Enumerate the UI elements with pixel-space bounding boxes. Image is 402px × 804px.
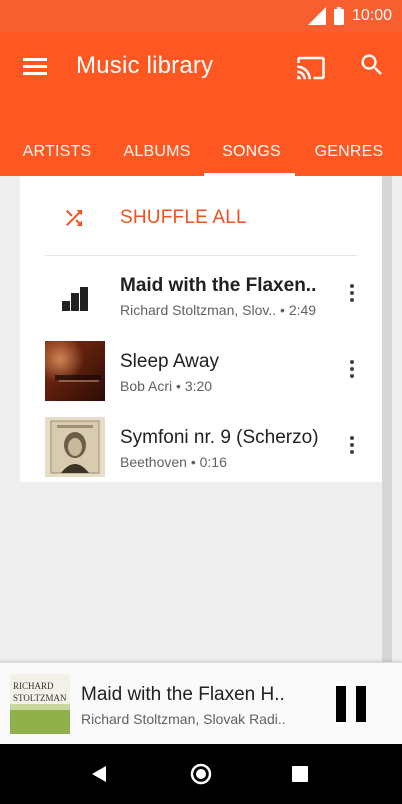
toolbar: Music library: [0, 32, 402, 102]
recents-icon[interactable]: [292, 766, 308, 782]
tab-albums[interactable]: ALBUMS: [114, 128, 200, 176]
now-playing-album-art: RICHARD STOLTZMAN: [10, 674, 70, 734]
album-art-text-line1: RICHARD: [13, 681, 54, 691]
song-row-symfoni-nr-9[interactable]: Symfoni nr. 9 (Scherzo) Beethoven • 0:16: [20, 408, 382, 484]
now-playing-subtitle: Richard Stoltzman, Slovak Radi..: [81, 711, 286, 727]
library-tabs: ARTISTS ALBUMS SONGS GENRES: [0, 128, 402, 176]
more-options-icon[interactable]: [342, 281, 362, 305]
more-options-icon[interactable]: [342, 357, 362, 381]
now-playing-bar[interactable]: RICHARD STOLTZMAN Maid with the Flaxen H…: [0, 662, 402, 744]
app-bar: Music library ARTISTS ALBUMS SONGS GENRE…: [0, 32, 402, 176]
songs-list: SHUFFLE ALL Maid with the Flaxen.. Richa…: [20, 176, 382, 482]
album-art-text-line2: STOLTZMAN: [13, 693, 67, 703]
cast-icon[interactable]: [296, 53, 326, 83]
tab-genres[interactable]: GENRES: [303, 128, 395, 176]
signal-icon: [307, 7, 326, 25]
battery-icon: [333, 7, 344, 25]
system-nav-bar: [0, 744, 402, 804]
shuffle-all-label: SHUFFLE ALL: [120, 207, 247, 228]
song-title: Maid with the Flaxen..: [120, 275, 317, 296]
song-subtitle: Richard Stoltzman, Slov.. • 2:49: [120, 302, 317, 318]
song-row-sleep-away[interactable]: Sleep Away Bob Acri • 3:20: [20, 332, 382, 408]
back-icon[interactable]: [90, 765, 108, 783]
tab-label: SONGS: [222, 143, 281, 160]
pause-icon[interactable]: [334, 684, 370, 724]
shuffle-all-button[interactable]: SHUFFLE ALL: [20, 176, 382, 256]
now-playing-title: Maid with the Flaxen H..: [81, 684, 285, 705]
scrollbar[interactable]: [382, 176, 392, 662]
song-title: Sleep Away: [120, 351, 219, 372]
song-subtitle: Bob Acri • 3:20: [120, 378, 213, 394]
home-icon[interactable]: [190, 763, 212, 785]
more-options-icon[interactable]: [342, 433, 362, 457]
song-subtitle: Beethoven • 0:16: [120, 454, 227, 470]
equalizer-icon: [45, 265, 105, 325]
status-bar: 10:00: [0, 0, 402, 32]
tab-label: ARTISTS: [22, 143, 92, 160]
album-art-beethoven: [45, 417, 105, 477]
page-title: Music library: [76, 52, 214, 79]
shuffle-icon: [62, 206, 86, 230]
tab-label: ALBUMS: [123, 143, 191, 160]
tab-artists[interactable]: ARTISTS: [0, 128, 114, 176]
song-row-maid-with-the-flaxen[interactable]: Maid with the Flaxen.. Richard Stoltzman…: [20, 256, 382, 332]
tab-label: GENRES: [314, 143, 384, 160]
status-time: 10:00: [351, 7, 392, 24]
menu-icon[interactable]: [22, 54, 48, 80]
music-app-screen: 10:00 Music library ARTISTS ALBUMS SONGS…: [0, 0, 402, 804]
search-icon[interactable]: [358, 51, 386, 79]
album-art-sleep-away: [45, 341, 105, 401]
song-title: Symfoni nr. 9 (Scherzo): [120, 427, 319, 448]
tab-songs[interactable]: SONGS: [200, 128, 303, 176]
status-icons: 10:00: [307, 7, 392, 25]
